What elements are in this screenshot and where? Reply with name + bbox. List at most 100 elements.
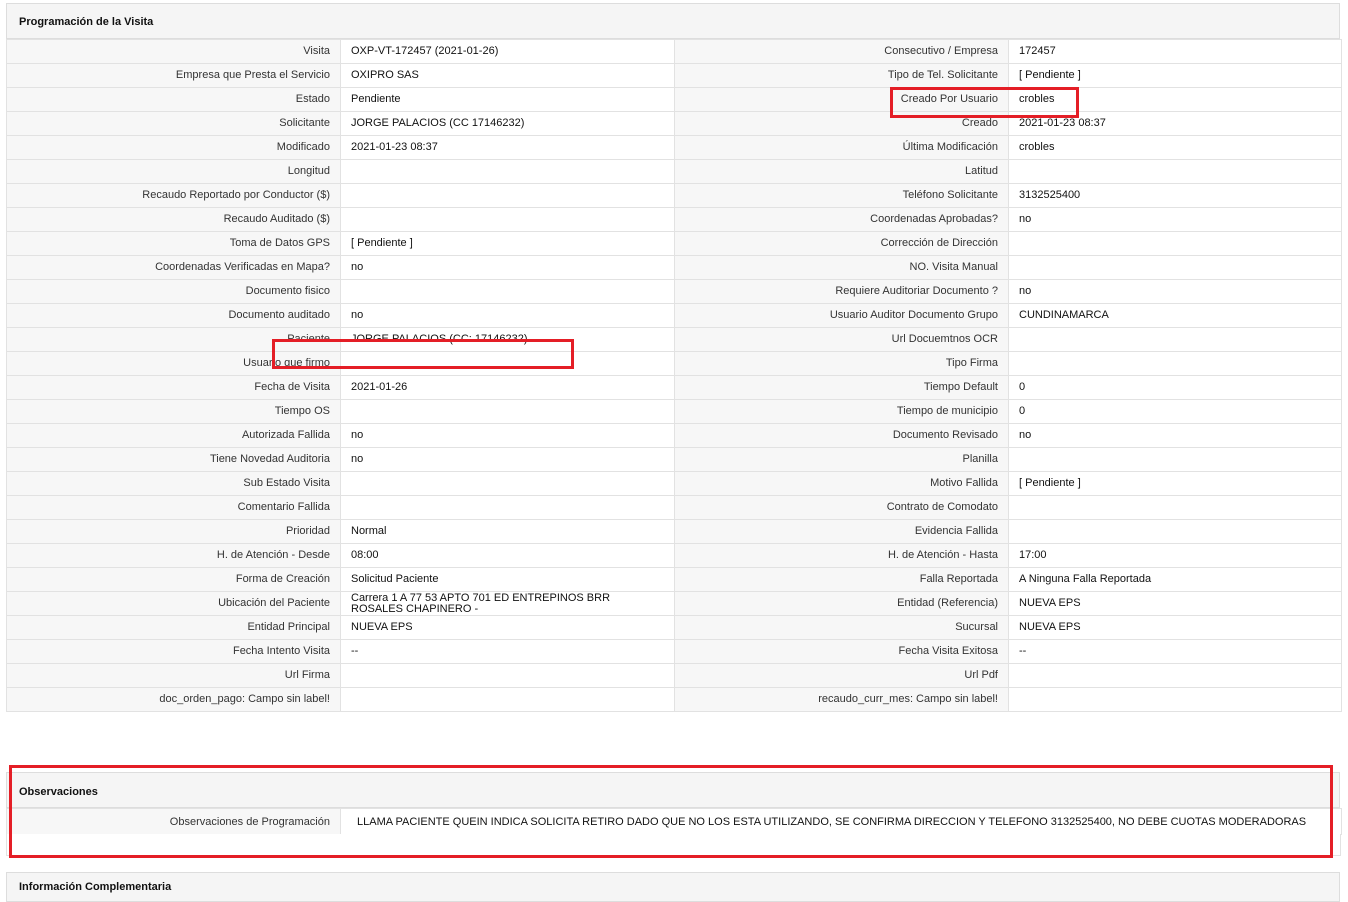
fecha-visita-exitosa-label: Fecha Visita Exitosa <box>674 639 1009 664</box>
table-row: Entidad Principal NUEVA EPS Sucursal NUEVA … <box>6 615 1342 640</box>
fecha-intento-visita-label: Fecha Intento Visita <box>6 639 341 664</box>
table-row: Observaciones de Programación LLAMA PACI… <box>6 808 1342 835</box>
paciente-label: Paciente <box>6 327 341 352</box>
observaciones-body <box>6 834 1341 856</box>
complementaria-title: Información Complementaria <box>19 881 172 893</box>
creado-por-usuario-value: crobles <box>1008 87 1342 112</box>
h-de-atencion-desde-label: H. de Atención - Desde <box>6 543 341 568</box>
no-visita-manual-value <box>1008 255 1342 280</box>
complementaria-header: Información Complementaria <box>6 872 1340 902</box>
url-pdf-label: Url Pdf <box>674 663 1009 688</box>
recaudo-reportado-por-conductor-label: Recaudo Reportado por Conductor ($) <box>6 183 341 208</box>
autorizada-fallida-label: Autorizada Fallida <box>6 423 341 448</box>
fecha-de-visita-label: Fecha de Visita <box>6 375 341 400</box>
table-row: Recaudo Auditado ($) Coordenadas Aprobada… <box>6 207 1342 232</box>
table-row: Documento fisico Requiere Auditoriar Docu… <box>6 279 1342 304</box>
evidencia-fallida-value <box>1008 519 1342 544</box>
doc-orden-pago-campo-sin-label-value <box>340 687 675 712</box>
fecha-intento-visita-value: -- <box>340 639 675 664</box>
toma-de-datos-gps-value: [ Pendiente ] <box>340 231 675 256</box>
modificado-label: Modificado <box>6 135 341 160</box>
table-row: Empresa que Presta el Servicio OXIPRO SAS… <box>6 63 1342 88</box>
estado-value: Pendiente <box>340 87 675 112</box>
longitud-label: Longitud <box>6 159 341 184</box>
observaciones-value: LLAMA PACIENTE QUEIN INDICA SOLICITA RET… <box>340 808 1342 835</box>
creado-label: Creado <box>674 111 1009 136</box>
contrato-de-comodato-label: Contrato de Comodato <box>674 495 1009 520</box>
recaudo-auditado-value <box>340 207 675 232</box>
consecutivo-empresa-value: 172457 <box>1008 39 1342 64</box>
url-docuemtnos-ocr-label: Url Docuemtnos OCR <box>674 327 1009 352</box>
table-row: Fecha de Visita 2021-01-26 Tiempo Default… <box>6 375 1342 400</box>
entidad-referencia-value: NUEVA EPS <box>1008 591 1342 616</box>
observaciones-header: Observaciones <box>6 772 1340 808</box>
sucursal-label: Sucursal <box>674 615 1009 640</box>
sucursal-value: NUEVA EPS <box>1008 615 1342 640</box>
tipo-firma-label: Tipo Firma <box>674 351 1009 376</box>
url-firma-label: Url Firma <box>6 663 341 688</box>
table-row: Paciente JORGE PALACIOS (CC: 17146232) Url… <box>6 327 1342 352</box>
url-pdf-value <box>1008 663 1342 688</box>
entidad-referencia-label: Entidad (Referencia) <box>674 591 1009 616</box>
telefono-solicitante-label: Teléfono Solicitante <box>674 183 1009 208</box>
autorizada-fallida-value: no <box>340 423 675 448</box>
documento-auditado-value: no <box>340 303 675 328</box>
prioridad-label: Prioridad <box>6 519 341 544</box>
table-row: Sub Estado Visita Motivo Fallida[ Pendien… <box>6 471 1342 496</box>
observaciones-table: Observaciones de Programación LLAMA PACI… <box>6 808 1342 835</box>
table-row: Usuario que firmo Tipo Firma <box>6 351 1342 376</box>
programacion-title: Programación de la Visita <box>19 16 154 28</box>
url-docuemtnos-ocr-value <box>1008 327 1342 352</box>
empresa-que-presta-el-servicio-label: Empresa que Presta el Servicio <box>6 63 341 88</box>
contrato-de-comodato-value <box>1008 495 1342 520</box>
table-row: Recaudo Reportado por Conductor ($) Teléf… <box>6 183 1342 208</box>
estado-label: Estado <box>6 87 341 112</box>
table-row: Solicitante JORGE PALACIOS (CC 17146232) C… <box>6 111 1342 136</box>
table-row: Estado Pendiente Creado Por Usuario crobles <box>6 87 1342 112</box>
usuario-que-firmo-label: Usuario que firmo <box>6 351 341 376</box>
table-row: Visita OXP-VT-172457 (2021-01-26) Consecut… <box>6 39 1342 64</box>
table-row: Tiempo OS Tiempo de municipio 0 <box>6 399 1342 424</box>
programacion-header: Programación de la Visita <box>6 3 1340 39</box>
planilla-label: Planilla <box>674 447 1009 472</box>
correccion-de-direccion-label: Corrección de Dirección <box>674 231 1009 256</box>
modificado-value: 2021-01-23 08:37 <box>340 135 675 160</box>
requiere-auditoriar-documento-value: no <box>1008 279 1342 304</box>
empresa-que-presta-el-servicio-value: OXIPRO SAS <box>340 63 675 88</box>
visit-details-table: Visita OXP-VT-172457 (2021-01-26) Consecut… <box>6 39 1342 712</box>
coordenadas-aprobadas-label: Coordenadas Aprobadas? <box>674 207 1009 232</box>
latitud-label: Latitud <box>674 159 1009 184</box>
comentario-fallida-value <box>340 495 675 520</box>
tiempo-de-municipio-value: 0 <box>1008 399 1342 424</box>
forma-de-creacion-label: Forma de Creación <box>6 567 341 592</box>
table-row: Tiene Novedad Auditoria no Planilla <box>6 447 1342 472</box>
entidad-principal-value: NUEVA EPS <box>340 615 675 640</box>
table-row: Prioridad Normal Evidencia Fallida <box>6 519 1342 544</box>
motivo-fallida-label: Motivo Fallida <box>674 471 1009 496</box>
ultima-modificacion-value: crobles <box>1008 135 1342 160</box>
observaciones-title: Observaciones <box>19 786 98 798</box>
table-row: Fecha Intento Visita -- Fecha Visita Exit… <box>6 639 1342 664</box>
tiene-novedad-auditoria-value: no <box>340 447 675 472</box>
recaudo-curr-mes-campo-sin-label-label: recaudo_curr_mes: Campo sin label! <box>674 687 1009 712</box>
documento-fisico-value <box>340 279 675 304</box>
tiempo-default-value: 0 <box>1008 375 1342 400</box>
h-de-atencion-hasta-label: H. de Atención - Hasta <box>674 543 1009 568</box>
ubicacion-del-paciente-value: Carrera 1 A 77 53 APTO 701 ED ENTREPINOS… <box>340 591 675 616</box>
documento-revisado-label: Documento Revisado <box>674 423 1009 448</box>
doc-orden-pago-campo-sin-label-label: doc_orden_pago: Campo sin label! <box>6 687 341 712</box>
table-row: Url Firma Url Pdf <box>6 663 1342 688</box>
telefono-solicitante-value: 3132525400 <box>1008 183 1342 208</box>
table-row: Ubicación del Paciente Carrera 1 A 77 53 … <box>6 591 1342 616</box>
visita-label: Visita <box>6 39 341 64</box>
url-firma-value <box>340 663 675 688</box>
motivo-fallida-value: [ Pendiente ] <box>1008 471 1342 496</box>
tipo-de-tel-solicitante-value: [ Pendiente ] <box>1008 63 1342 88</box>
observaciones-label: Observaciones de Programación <box>6 808 341 835</box>
usuario-que-firmo-value <box>340 351 675 376</box>
documento-auditado-label: Documento auditado <box>6 303 341 328</box>
tiempo-default-label: Tiempo Default <box>674 375 1009 400</box>
tiempo-os-label: Tiempo OS <box>6 399 341 424</box>
ubicacion-del-paciente-label: Ubicación del Paciente <box>6 591 341 616</box>
table-row: H. de Atención - Desde 08:00 H. de Atenció… <box>6 543 1342 568</box>
